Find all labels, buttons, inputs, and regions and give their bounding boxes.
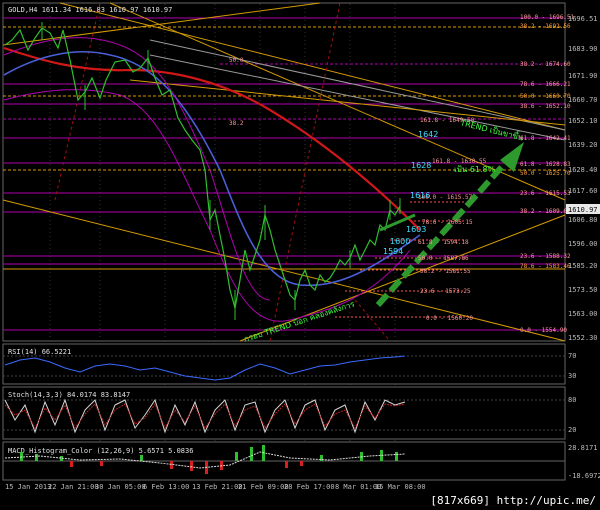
svg-text:0.0 - 1560.20: 0.0 - 1560.20 bbox=[426, 315, 473, 322]
svg-text:1616: 1616 bbox=[410, 191, 430, 200]
svg-text:50.0 - 1587.86: 50.0 - 1587.86 bbox=[418, 255, 469, 262]
price-chart-window[interactable]: GOLD,H4 1611.34 1616.83 1610.97 1610.97 … bbox=[0, 0, 600, 510]
svg-text:61.8 - 1642.41: 61.8 - 1642.41 bbox=[520, 135, 571, 142]
svg-text:38.6 - 1652.10: 38.6 - 1652.10 bbox=[520, 103, 571, 110]
svg-text:38.2 - 1674.60: 38.2 - 1674.60 bbox=[520, 61, 571, 68]
svg-text:1610.97: 1610.97 bbox=[568, 206, 598, 214]
svg-text:1594: 1594 bbox=[383, 247, 403, 256]
svg-text:1606.80: 1606.80 bbox=[568, 216, 598, 224]
svg-text:23.6 - 1573.25: 23.6 - 1573.25 bbox=[420, 288, 471, 295]
svg-text:1660.70: 1660.70 bbox=[568, 96, 598, 104]
svg-text:23.6 - 1615.53: 23.6 - 1615.53 bbox=[520, 190, 571, 197]
svg-text:100.0 - 1696.51: 100.0 - 1696.51 bbox=[520, 14, 575, 21]
svg-text:161.8 - 1630.55: 161.8 - 1630.55 bbox=[432, 158, 487, 165]
svg-text:22 Jan 21:00: 22 Jan 21:00 bbox=[48, 483, 99, 491]
svg-text:50.0 - 1660.70: 50.0 - 1660.70 bbox=[520, 93, 571, 100]
svg-text:38.2 - 1692.56: 38.2 - 1692.56 bbox=[520, 23, 571, 30]
rsi-label: RSI(14) 66.5221 bbox=[8, 348, 71, 356]
svg-text:78.6 - 1666.21: 78.6 - 1666.21 bbox=[520, 81, 571, 88]
svg-text:1552.30: 1552.30 bbox=[568, 334, 598, 342]
svg-text:1642: 1642 bbox=[418, 130, 438, 139]
svg-text:13 Feb 21:00: 13 Feb 21:00 bbox=[192, 483, 243, 491]
macd-label: MACD_Histogram_Color (12,26,9) 5.6571 5.… bbox=[8, 447, 193, 455]
svg-text:78.6 - 1583.46: 78.6 - 1583.46 bbox=[520, 263, 571, 270]
svg-text:30: 30 bbox=[568, 372, 576, 380]
svg-text:28 Feb 17:00: 28 Feb 17:00 bbox=[284, 483, 335, 491]
svg-text:1671.90: 1671.90 bbox=[568, 72, 598, 80]
svg-text:15 Mar 08:00: 15 Mar 08:00 bbox=[375, 483, 426, 491]
svg-text:1652.10: 1652.10 bbox=[568, 117, 598, 125]
svg-text:20: 20 bbox=[568, 426, 576, 434]
svg-text:80: 80 bbox=[568, 396, 576, 404]
svg-text:61.8 - 1594.18: 61.8 - 1594.18 bbox=[418, 239, 469, 246]
svg-text:30 Jan 05:00: 30 Jan 05:00 bbox=[95, 483, 146, 491]
svg-text:1683.90: 1683.90 bbox=[568, 45, 598, 53]
svg-text:38.2: 38.2 bbox=[229, 120, 244, 127]
svg-text:1617.60: 1617.60 bbox=[568, 187, 598, 195]
svg-text:28.8171: 28.8171 bbox=[568, 444, 598, 452]
svg-text:เป้น 61.8%: เป้น 61.8% bbox=[454, 165, 496, 174]
svg-text:15 Jan 2013: 15 Jan 2013 bbox=[5, 483, 51, 491]
svg-text:1563.00: 1563.00 bbox=[568, 310, 598, 318]
svg-text:1603: 1603 bbox=[406, 225, 426, 234]
symbol-header: GOLD,H4 1611.34 1616.83 1610.97 1610.97 bbox=[8, 6, 172, 14]
svg-text:78.6 - 1605.15: 78.6 - 1605.15 bbox=[422, 219, 473, 226]
svg-text:-18.6972: -18.6972 bbox=[568, 472, 600, 480]
svg-text:1596.00: 1596.00 bbox=[568, 240, 598, 248]
svg-text:70: 70 bbox=[568, 352, 576, 360]
svg-text:61.8 - 1628.83: 61.8 - 1628.83 bbox=[520, 161, 571, 168]
svg-text:0.0 - 1554.90: 0.0 - 1554.90 bbox=[520, 327, 567, 334]
svg-text:6 Feb 13:00: 6 Feb 13:00 bbox=[143, 483, 189, 491]
watermark-text: [817x669] http://upic.me/ bbox=[430, 494, 596, 507]
svg-text:1600: 1600 bbox=[390, 237, 410, 246]
time-axis: 15 Jan 2013 22 Jan 21:00 30 Jan 05:00 6 … bbox=[5, 483, 426, 491]
svg-text:1628.40: 1628.40 bbox=[568, 166, 598, 174]
svg-text:1696.51: 1696.51 bbox=[568, 15, 598, 23]
svg-text:1628: 1628 bbox=[411, 161, 431, 170]
svg-text:50.0 - 1625.70: 50.0 - 1625.70 bbox=[520, 170, 571, 177]
svg-text:23.6 - 1588.32: 23.6 - 1588.32 bbox=[520, 253, 571, 260]
svg-text:1585.20: 1585.20 bbox=[568, 262, 598, 270]
svg-text:1639.20: 1639.20 bbox=[568, 141, 598, 149]
svg-text:21 Feb 09:00: 21 Feb 09:00 bbox=[238, 483, 289, 491]
svg-text:38.2 - 1609.60: 38.2 - 1609.60 bbox=[520, 208, 571, 215]
svg-text:1573.50: 1573.50 bbox=[568, 286, 598, 294]
svg-text:38.2 - 1581.55: 38.2 - 1581.55 bbox=[420, 268, 471, 275]
stoch-label: Stoch(14,3,3) 84.0174 83.8147 bbox=[8, 391, 130, 399]
svg-text:50.0: 50.0 bbox=[229, 57, 244, 64]
rsi-pane[interactable] bbox=[2, 343, 566, 385]
price-axis: 1696.51 1683.90 1671.90 1660.70 1652.10 … bbox=[566, 15, 600, 342]
